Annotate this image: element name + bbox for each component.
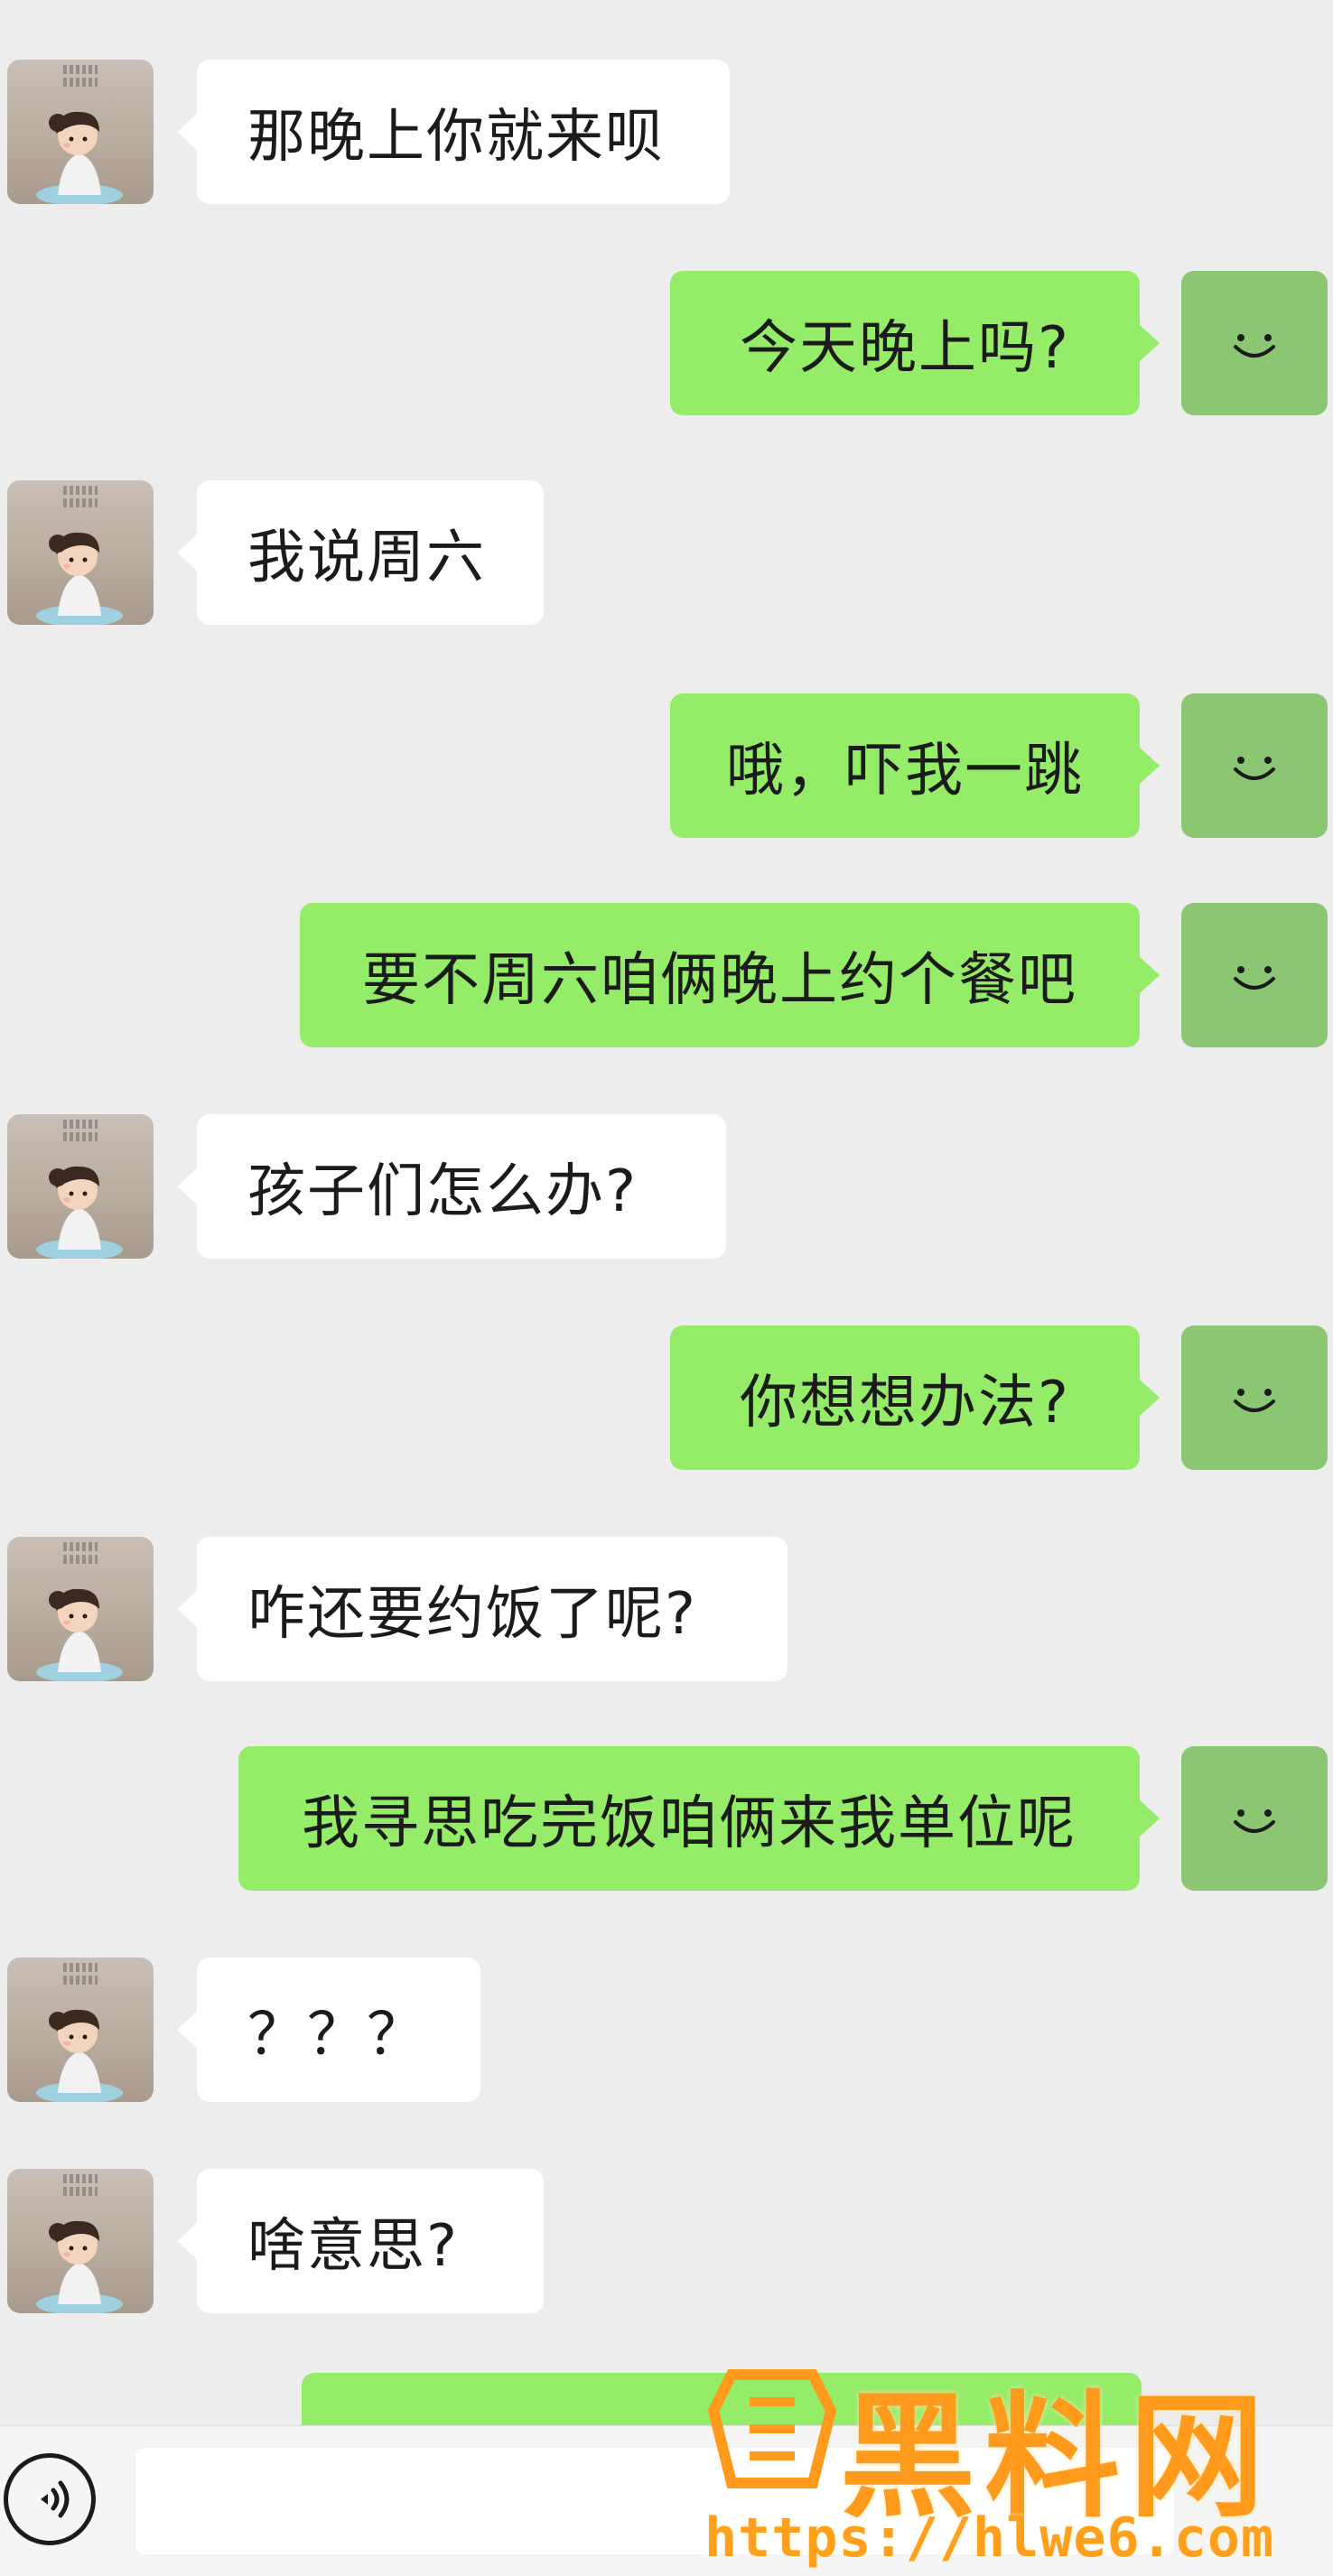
user-avatar[interactable] <box>1181 1325 1328 1470</box>
contact-avatar[interactable] <box>7 1114 154 1259</box>
contact-avatar[interactable] <box>7 480 154 625</box>
message-text: 孩子们怎么办? <box>247 1158 638 1225</box>
watermark-url: https://hlwe6.com <box>704 2506 1275 2570</box>
message-text: 啥意思? <box>247 2213 459 2280</box>
outgoing-message-bubble[interactable]: 要不周六咱俩晚上约个餐吧 <box>300 903 1160 1047</box>
contact-avatar[interactable] <box>7 1537 154 1681</box>
message-row: 我说周六 <box>0 480 1333 625</box>
incoming-message-bubble[interactable]: 咋还要约饭了呢? <box>177 1537 788 1681</box>
girl-avatar-icon <box>36 1588 123 1681</box>
voice-wave-icon <box>41 2480 70 2518</box>
smiley-face-icon <box>1234 757 1275 780</box>
voice-input-button[interactable] <box>4 2453 96 2545</box>
user-avatar[interactable] <box>1181 903 1328 1047</box>
message-row: 今天晚上吗? <box>0 271 1333 415</box>
outgoing-message-bubble[interactable]: 哦，吓我一跳 <box>670 693 1160 838</box>
smiley-face-icon <box>1234 1809 1275 1833</box>
message-text: ？？？ <box>247 2002 426 2069</box>
incoming-message-bubble[interactable]: 那晚上你就来呗 <box>177 60 730 204</box>
message-row: 我寻思吃完饭咱俩来我单位呢 <box>0 1746 1333 1891</box>
message-text: 哦，吓我一跳 <box>726 738 1084 804</box>
contact-avatar[interactable] <box>7 60 154 204</box>
incoming-message-bubble[interactable]: ？？？ <box>177 1958 480 2102</box>
user-avatar[interactable] <box>1181 693 1328 838</box>
user-avatar[interactable] <box>1181 271 1328 415</box>
incoming-message-bubble[interactable]: 啥意思? <box>177 2169 544 2313</box>
outgoing-message-bubble[interactable]: 今天晚上吗? <box>670 271 1160 415</box>
girl-avatar-icon <box>36 2009 123 2102</box>
message-row: ？？？ <box>0 1958 1333 2102</box>
watermark: 黑料网 https://hlwe6.com <box>704 2348 1328 2573</box>
incoming-message-bubble[interactable]: 孩子们怎么办? <box>177 1114 726 1259</box>
smiley-face-icon <box>1234 334 1275 358</box>
message-text: 我寻思吃完饭咱俩来我单位呢 <box>302 1790 1077 1857</box>
girl-avatar-icon <box>36 111 123 204</box>
message-row: 孩子们怎么办? <box>0 1114 1333 1259</box>
incoming-message-bubble[interactable]: 我说周六 <box>177 480 544 625</box>
message-row: 咋还要约饭了呢? <box>0 1537 1333 1681</box>
smiley-face-icon <box>1234 1389 1275 1412</box>
message-text: 那晚上你就来呗 <box>247 104 665 171</box>
outgoing-message-bubble[interactable]: 你想想办法? <box>670 1325 1160 1470</box>
girl-avatar-icon <box>36 1166 123 1259</box>
message-row: 啥意思? <box>0 2169 1333 2313</box>
contact-avatar[interactable] <box>7 1958 154 2102</box>
message-row: 哦，吓我一跳 <box>0 693 1333 838</box>
message-text: 我说周六 <box>247 525 486 591</box>
message-row: 你想想办法? <box>0 1325 1333 1470</box>
message-text: 要不周六咱俩晚上约个餐吧 <box>362 947 1077 1014</box>
girl-avatar-icon <box>36 2220 123 2313</box>
message-text: 咋还要约饭了呢? <box>247 1581 697 1648</box>
message-row: 那晚上你就来呗 <box>0 60 1333 204</box>
girl-avatar-icon <box>36 532 123 625</box>
message-text: 今天晚上吗? <box>740 315 1070 382</box>
message-text: 你想想办法? <box>740 1370 1070 1437</box>
outgoing-message-bubble[interactable]: 我寻思吃完饭咱俩来我单位呢 <box>238 1746 1160 1891</box>
smiley-face-icon <box>1234 966 1275 990</box>
message-row: 要不周六咱俩晚上约个餐吧 <box>0 903 1333 1047</box>
contact-avatar[interactable] <box>7 2169 154 2313</box>
watermark-logo-icon <box>707 2369 837 2488</box>
user-avatar[interactable] <box>1181 1746 1328 1891</box>
